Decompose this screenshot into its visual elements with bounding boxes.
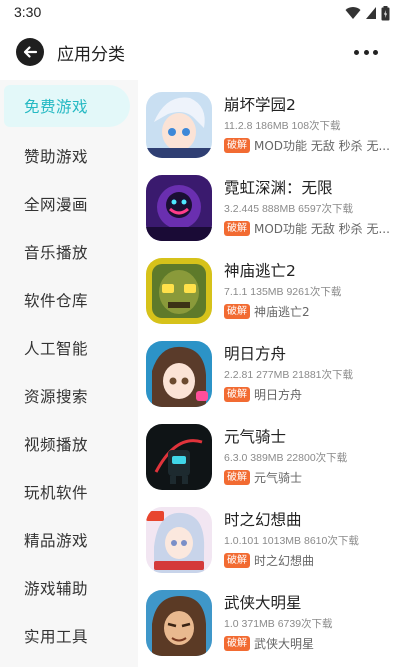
wifi-icon [345, 7, 361, 20]
sidebar-item-label: 精品游戏 [24, 532, 89, 550]
app-name: 霓虹深渊：无限 [224, 179, 333, 197]
sidebar-item-label: 人工智能 [24, 340, 89, 358]
app-meta: 1.0 371MB 6739次下载 [224, 618, 333, 630]
sidebar-item-device-tools[interactable]: 玩机软件 [0, 468, 138, 516]
app-tags: 破解 MOD功能 无敌 秒杀 无... [224, 136, 400, 154]
app-icon [146, 424, 212, 490]
app-tags: 破解 明日方舟 [224, 385, 400, 403]
sidebar-item-label: 免费游戏 [24, 98, 89, 116]
app-name: 时之幻想曲 [224, 511, 302, 529]
status-icons [345, 5, 390, 21]
app-list-item[interactable]: 霓虹深渊：无限 3.2.445 888MB 6597次下载 破解 MOD功能 无… [138, 163, 400, 246]
more-dot-icon [373, 49, 378, 55]
app-name: 崩坏学园2 [224, 96, 296, 114]
app-name: 元气骑士 [224, 428, 287, 446]
app-meta: 7.1.1 135MB 9261次下载 [224, 286, 342, 298]
sidebar-item-premium-games[interactable]: 精品游戏 [0, 516, 138, 564]
app-list-item[interactable]: 时之幻想曲 1.0.101 1013MB 8610次下载 破解 时之幻想曲 [138, 495, 400, 578]
app-list-item[interactable]: 武侠大明星 1.0 371MB 6739次下载 破解 武侠大明星 [138, 578, 400, 661]
sidebar-item-sponsored-games[interactable]: 赞助游戏 [0, 132, 138, 180]
app-meta: 2.2.81 277MB 21881次下载 [224, 369, 353, 381]
sidebar-item-comics[interactable]: 全网漫画 [0, 180, 138, 228]
sidebar-item-game-assist[interactable]: 游戏辅助 [0, 564, 138, 612]
app-name: 武侠大明星 [224, 594, 302, 612]
app-icon [146, 341, 212, 407]
crack-badge: 破解 [224, 386, 250, 402]
app-tag-text: MOD功能 无敌 秒杀 无... [254, 138, 390, 153]
app-tag-text: MOD功能 无敌 秒杀 无... [254, 221, 390, 236]
arrow-left-icon [23, 46, 38, 58]
sidebar-item-utilities[interactable]: 实用工具 [0, 612, 138, 660]
app-tags: 破解 元气骑士 [224, 468, 400, 486]
app-tag-text: 武侠大明星 [254, 636, 315, 651]
crack-badge: 破解 [224, 552, 250, 568]
app-icon [146, 92, 212, 158]
sidebar-item-label: 资源搜索 [24, 388, 89, 406]
app-header: 应用分类 [0, 26, 400, 76]
sidebar-item-label: 全网漫画 [24, 196, 89, 214]
sidebar-item-ai[interactable]: 人工智能 [0, 324, 138, 372]
sidebar-item-label: 视频播放 [24, 436, 89, 454]
signal-icon [366, 7, 376, 19]
sidebar-item-label: 玩机软件 [24, 484, 89, 502]
more-dot-icon [363, 49, 369, 55]
crack-badge: 破解 [224, 220, 250, 236]
app-list-item[interactable]: 元气骑士 6.3.0 389MB 22800次下载 破解 元气骑士 [138, 412, 400, 495]
crack-badge: 破解 [224, 635, 250, 651]
app-name: 神庙逃亡2 [224, 262, 296, 280]
app-icon [146, 507, 212, 573]
sidebar-item-label: 实用工具 [24, 628, 89, 646]
sidebar-item-free-games[interactable]: 免费游戏 [4, 85, 130, 127]
more-dot-icon [354, 49, 359, 55]
app-icon [146, 175, 212, 241]
sidebar-item-music[interactable]: 音乐播放 [0, 228, 138, 276]
app-meta: 1.0.101 1013MB 8610次下载 [224, 535, 359, 547]
app-tag-text: 明日方舟 [254, 387, 303, 402]
sidebar-item-label: 软件仓库 [24, 292, 89, 310]
app-list-item[interactable]: 神庙逃亡2 7.1.1 135MB 9261次下载 破解 神庙逃亡2 [138, 246, 400, 329]
status-time: 3:30 [14, 4, 42, 20]
app-tags: 破解 神庙逃亡2 [224, 302, 400, 320]
app-meta: 6.3.0 389MB 22800次下载 [224, 452, 348, 464]
crack-badge: 破解 [224, 137, 250, 153]
app-list-item[interactable]: 崩坏学园2 11.2.8 186MB 108次下载 破解 MOD功能 无敌 秒杀… [138, 80, 400, 163]
app-list: 崩坏学园2 11.2.8 186MB 108次下载 破解 MOD功能 无敌 秒杀… [138, 80, 400, 667]
app-tag-text: 时之幻想曲 [254, 553, 315, 568]
sidebar-item-software-store[interactable]: 软件仓库 [0, 276, 138, 324]
crack-badge: 破解 [224, 303, 250, 319]
app-meta: 3.2.445 888MB 6597次下载 [224, 203, 353, 215]
app-icon [146, 258, 212, 324]
sidebar-item-label: 音乐播放 [24, 244, 89, 262]
battery-icon [381, 5, 390, 20]
sidebar-item-label: 游戏辅助 [24, 580, 89, 598]
page-title: 应用分类 [57, 45, 125, 65]
crack-badge: 破解 [224, 469, 250, 485]
app-tags: 破解 时之幻想曲 [224, 551, 400, 569]
app-meta: 11.2.8 186MB 108次下载 [224, 120, 341, 132]
back-button[interactable] [16, 38, 44, 66]
app-list-item[interactable]: 明日方舟 2.2.81 277MB 21881次下载 破解 明日方舟 [138, 329, 400, 412]
sidebar-item-video[interactable]: 视频播放 [0, 420, 138, 468]
status-bar: 3:30 [0, 0, 400, 26]
app-tag-text: 元气骑士 [254, 470, 303, 485]
sidebar-item-resource-search[interactable]: 资源搜索 [0, 372, 138, 420]
more-options-button[interactable] [354, 42, 378, 62]
category-sidebar: 免费游戏 赞助游戏 全网漫画 音乐播放 软件仓库 人工智能 资源搜索 视频播放 … [0, 80, 138, 667]
app-name: 明日方舟 [224, 345, 287, 363]
sidebar-item-label: 赞助游戏 [24, 148, 89, 166]
app-tag-text: 神庙逃亡2 [254, 304, 310, 319]
app-tags: 破解 MOD功能 无敌 秒杀 无... [224, 219, 400, 237]
app-tags: 破解 武侠大明星 [224, 634, 400, 652]
app-icon [146, 590, 212, 656]
